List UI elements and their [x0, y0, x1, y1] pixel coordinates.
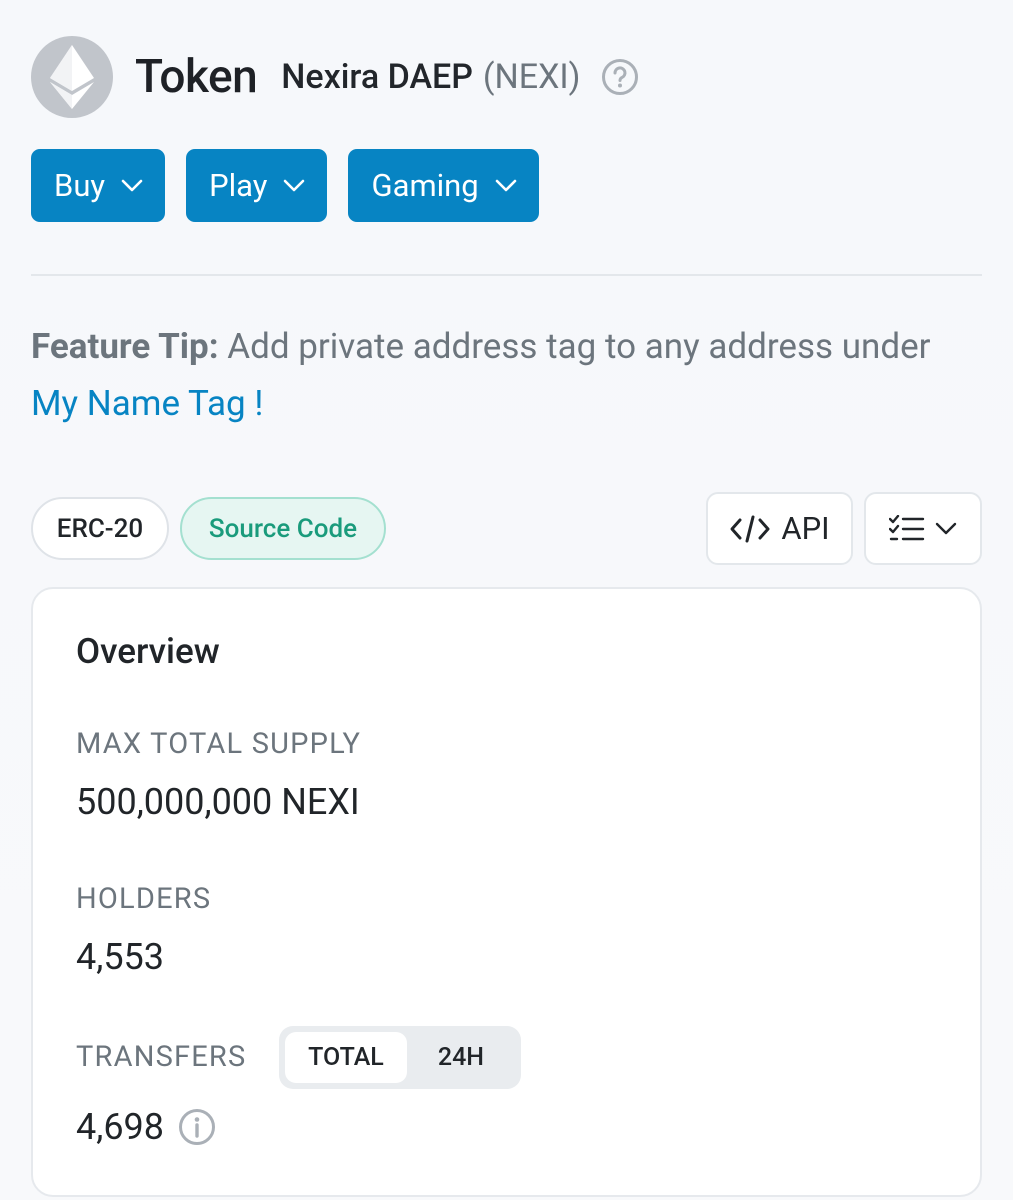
overview-card: Overview MAX TOTAL SUPPLY 500,000,000 NE… [31, 587, 982, 1197]
token-symbol: (NEXI) [482, 57, 581, 97]
chevron-down-icon [935, 522, 957, 534]
action-button-row: Buy Play Gaming [31, 149, 560, 222]
buy-button-label: Buy [54, 167, 106, 204]
buy-dropdown-button[interactable]: Buy [31, 149, 166, 222]
feature-tip-label: Feature Tip: [31, 326, 219, 367]
feature-tip-text: Add private address tag to any address u… [218, 326, 931, 367]
erc20-badge[interactable]: ERC-20 [31, 497, 169, 560]
holders-value[interactable]: 4,553 [76, 936, 164, 978]
my-name-tag-link[interactable]: My Name Tag ! [31, 383, 263, 424]
info-icon[interactable] [178, 1108, 216, 1146]
gaming-dropdown-button[interactable]: Gaming [348, 149, 539, 222]
question-circle-icon[interactable] [601, 58, 639, 96]
chevron-down-icon [121, 179, 143, 191]
transfers-value: 4,698 [76, 1106, 165, 1148]
feature-tip: Feature Tip: Add private address tag to … [31, 318, 961, 432]
max-total-supply-value: 500,000,000 NEXI [76, 781, 360, 823]
toggle-24h[interactable]: 24H [407, 1032, 515, 1083]
max-total-supply-label: MAX TOTAL SUPPLY [76, 727, 362, 761]
page-title: Token [135, 50, 258, 104]
chevron-down-icon [284, 179, 305, 191]
api-button[interactable]: API [706, 492, 853, 565]
token-name: Nexira DAEP [281, 57, 473, 97]
divider [31, 274, 982, 276]
toggle-total[interactable]: TOTAL [285, 1032, 407, 1083]
transfers-period-toggle: TOTAL 24H [279, 1026, 521, 1089]
checklist-icon [889, 514, 925, 540]
holders-label: HOLDERS [76, 882, 212, 916]
play-dropdown-button[interactable]: Play [186, 149, 328, 222]
page-header: Token Nexira DAEP (NEXI) [31, 36, 639, 118]
source-code-badge[interactable]: Source Code [180, 497, 386, 560]
list-menu-button[interactable] [864, 492, 982, 565]
transfers-label: TRANSFERS [76, 1040, 247, 1074]
code-icon [730, 515, 770, 542]
api-label: API [781, 510, 830, 547]
chevron-down-icon [495, 179, 517, 191]
play-button-label: Play [209, 167, 268, 204]
ethereum-icon [31, 36, 113, 118]
overview-title: Overview [76, 631, 220, 672]
gaming-button-label: Gaming [371, 167, 479, 204]
